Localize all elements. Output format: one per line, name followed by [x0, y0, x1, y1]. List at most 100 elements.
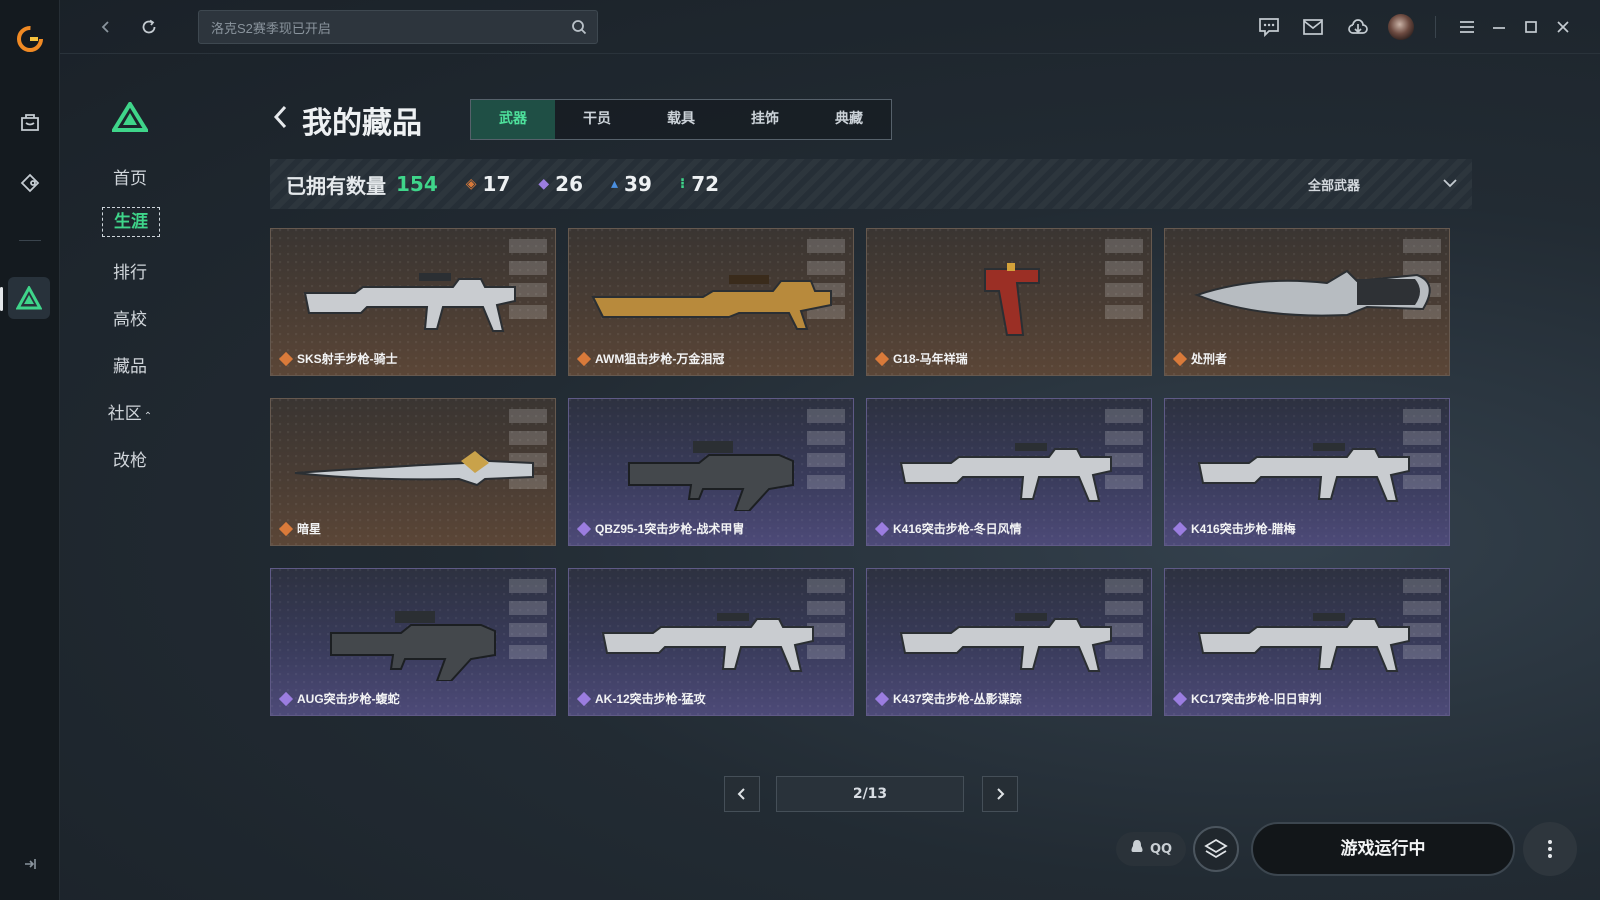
weapon-name-text: AWM狙击步枪-万金泪冠: [595, 352, 725, 366]
weapon-name-text: K416突击步枪-腊梅: [1191, 522, 1296, 536]
tab-vehicles[interactable]: 载具: [639, 100, 723, 139]
weapon-name: QBZ95-1突击步枪-战术甲胄: [576, 520, 744, 537]
back-nav-icon[interactable]: [93, 14, 119, 40]
weapon-name: SKS射手步枪-骑士: [278, 350, 398, 367]
weapon-card[interactable]: K416突击步枪-腊梅: [1164, 398, 1450, 546]
weapon-card[interactable]: G18-马年祥瑞: [866, 228, 1152, 376]
search-placeholder: 洛克S2赛季现已开启: [211, 20, 331, 36]
tab-charms[interactable]: 挂饰: [723, 100, 807, 139]
discount-tag-icon[interactable]: [0, 163, 60, 203]
topbar-divider: [1435, 16, 1436, 38]
weapon-card[interactable]: QBZ95-1突击步枪-战术甲胄: [568, 398, 854, 546]
app-logo-icon[interactable]: [0, 18, 60, 60]
minimize-icon[interactable]: [1484, 12, 1514, 42]
weapon-card[interactable]: AK-12突击步枪-猛攻: [568, 568, 854, 716]
qq-penguin-icon: [1130, 839, 1144, 859]
weapon-image-pistol-icon: [887, 251, 1133, 341]
game-running-button[interactable]: 游戏运行中: [1251, 822, 1515, 876]
weapon-image-sniper-icon: [589, 251, 835, 341]
qq-login-button[interactable]: QQ: [1116, 832, 1186, 866]
menu-item-career[interactable]: 生涯: [102, 207, 160, 237]
orange-rarity-icon: [874, 351, 890, 366]
rarity-count-value: 26: [555, 172, 583, 196]
purple-rarity-icon: ◆: [538, 176, 550, 192]
weapon-image-bullpup-icon: [589, 421, 835, 512]
owned-count-total: 154: [396, 172, 438, 196]
weapon-card[interactable]: 暗星: [270, 398, 556, 546]
menu-item-collection[interactable]: 藏品: [60, 352, 200, 377]
menu-item-gunsmith[interactable]: 改枪: [60, 446, 200, 471]
weapon-image-rifle-icon: [1185, 421, 1431, 511]
rarity-count-value: 72: [691, 172, 720, 196]
weapon-card[interactable]: 处刑者: [1164, 228, 1450, 376]
purple-rarity-icon: [874, 691, 890, 706]
weapon-card[interactable]: AWM狙击步枪-万金泪冠: [568, 228, 854, 376]
search-input[interactable]: 洛克S2赛季现已开启: [198, 10, 598, 44]
weapon-name: K416突击步枪-冬日风情: [874, 520, 1022, 537]
green-rarity-icon: ⁝: [679, 176, 686, 192]
page-title: 我的藏品: [302, 106, 422, 141]
more-options-icon[interactable]: [1523, 822, 1577, 876]
weapon-image-bullpup-icon: [291, 591, 537, 682]
menu-item-college[interactable]: 高校: [60, 305, 200, 330]
game-delta-icon[interactable]: [8, 277, 50, 319]
weapon-name-text: K416突击步枪-冬日风情: [893, 522, 1022, 536]
weapon-image-rifle-icon: [589, 591, 835, 681]
user-avatar[interactable]: [1386, 12, 1416, 42]
weapon-card[interactable]: K437突击步枪-丛影谍踪: [866, 568, 1152, 716]
weapon-name: K437突击步枪-丛影谍踪: [874, 690, 1022, 707]
page-indicator: 2/13: [776, 776, 964, 812]
weapon-image-rifle-icon: [887, 421, 1133, 511]
chevron-up-icon: ⌃: [143, 411, 153, 422]
weapon-card[interactable]: KC17突击步枪-旧日审判: [1164, 568, 1450, 716]
weapon-name: 处刑者: [1172, 350, 1227, 367]
rarity-count-orange: ◈ 17: [466, 172, 511, 196]
community-label: 社区: [107, 404, 142, 424]
menu-hamburger-icon[interactable]: [1452, 12, 1482, 42]
maximize-icon[interactable]: [1516, 12, 1546, 42]
weapon-filter-dropdown[interactable]: 全部武器: [1308, 159, 1458, 209]
accelerator-layers-icon[interactable]: [1193, 826, 1239, 872]
rail-active-indicator: [0, 287, 3, 311]
weapon-card[interactable]: AUG突击步枪-蝮蛇: [270, 568, 556, 716]
next-page-button[interactable]: [982, 776, 1018, 812]
collapse-sidebar-icon[interactable]: [0, 852, 60, 876]
weapon-image-rifle-icon: [1185, 591, 1431, 681]
weapon-image-blade-icon: [291, 421, 537, 511]
page-header: 我的藏品: [272, 98, 422, 142]
tab-archive[interactable]: 典藏: [807, 100, 891, 139]
orange-rarity-icon: [576, 351, 592, 366]
menu-item-home[interactable]: 首页: [60, 164, 200, 189]
download-icon[interactable]: [1343, 12, 1373, 42]
weapon-image-rifle-icon: [887, 591, 1133, 681]
blue-rarity-icon: ▴: [611, 176, 619, 192]
chat-icon[interactable]: [1254, 12, 1284, 42]
close-icon[interactable]: [1548, 12, 1578, 42]
mail-icon[interactable]: [1298, 12, 1328, 42]
store-bag-icon[interactable]: [0, 102, 60, 142]
back-arrow-icon[interactable]: [272, 103, 290, 138]
search-icon[interactable]: [571, 19, 587, 38]
app-rail: [0, 0, 60, 900]
weapon-name-text: G18-马年祥瑞: [893, 352, 968, 366]
tab-weapons[interactable]: 武器: [471, 100, 555, 139]
weapon-name: 暗星: [278, 520, 322, 537]
weapon-card[interactable]: K416突击步枪-冬日风情: [866, 398, 1152, 546]
refresh-icon[interactable]: [136, 14, 162, 40]
tab-operators[interactable]: 干员: [555, 100, 639, 139]
weapon-name-text: 暗星: [297, 522, 322, 536]
weapon-card[interactable]: SKS射手步枪-骑士: [270, 228, 556, 376]
weapon-image-knife-icon: [1185, 251, 1431, 341]
weapon-name: AUG突击步枪-蝮蛇: [278, 690, 400, 707]
purple-rarity-icon: [1172, 691, 1188, 706]
weapon-name: K416突击步枪-腊梅: [1172, 520, 1296, 537]
menu-item-community[interactable]: 社区 ⌃: [60, 399, 200, 424]
menu-item-ranking[interactable]: 排行: [60, 258, 200, 283]
rarity-count-blue: ▴ 39: [611, 172, 652, 196]
purple-rarity-icon: [1172, 521, 1188, 536]
purple-rarity-icon: [278, 691, 294, 706]
filter-label: 全部武器: [1308, 178, 1361, 194]
weapon-name-text: SKS射手步枪-骑士: [297, 352, 398, 366]
prev-page-button[interactable]: [724, 776, 760, 812]
owned-stats-bar: 已拥有数量 154 ◈ 17 ◆ 26 ▴ 39 ⁝ 72 全部武器: [270, 159, 1472, 209]
